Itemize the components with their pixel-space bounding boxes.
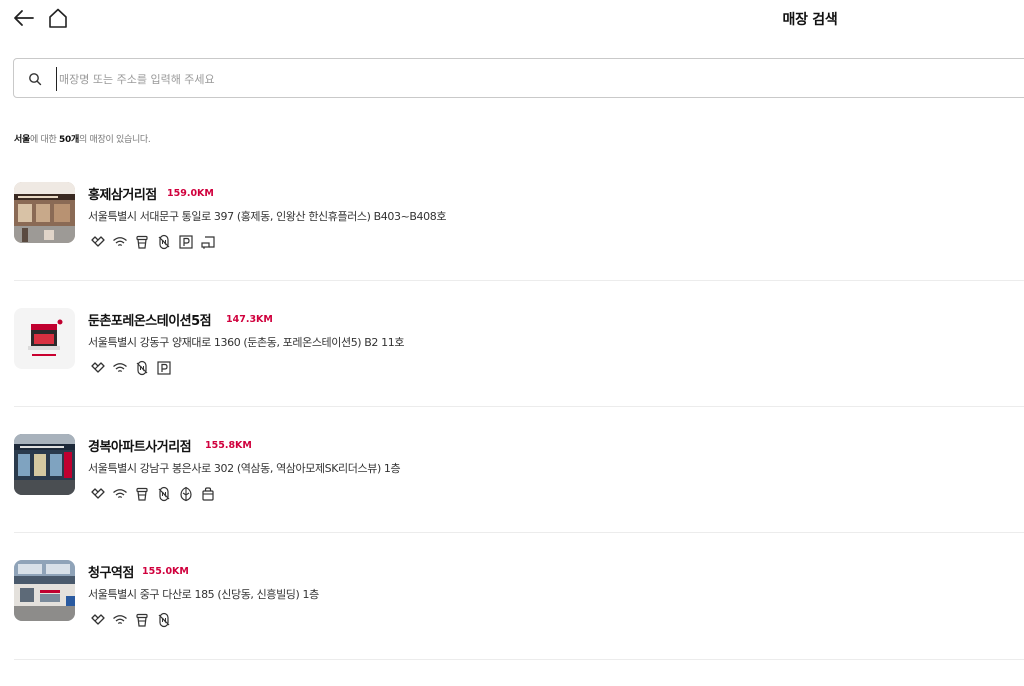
cup-icon xyxy=(134,486,150,502)
store-item[interactable]: 홍제삼거리점 159.0KM 서울특별시 서대문구 통일로 397 (홍제동, … xyxy=(0,182,1024,308)
wifi-icon xyxy=(112,486,128,502)
store-thumbnail xyxy=(14,560,75,621)
header: 매장 검색 xyxy=(0,0,1024,40)
store-name: 홍제삼거리점 xyxy=(88,188,157,203)
store-name: 경복아파트사거리점 xyxy=(88,440,192,455)
wifi-icon xyxy=(112,360,128,376)
store-item[interactable]: 경복아파트사거리점 155.8KM 서울특별시 강남구 봉은사로 302 (역삼… xyxy=(0,434,1024,560)
store-thumbnail xyxy=(14,308,75,369)
store-item[interactable]: 둔촌포레온스테이션5점 147.3KM 서울특별시 강동구 양재대로 1360 … xyxy=(0,308,1024,434)
store-item[interactable]: 청구역점 155.0KM 서울특별시 중구 다산로 185 (신당동, 신흥빌딩… xyxy=(0,560,1024,686)
delivery-icon xyxy=(90,234,106,250)
wifi-icon xyxy=(112,612,128,628)
drive-icon xyxy=(200,234,216,250)
store-address: 서울특별시 강남구 봉은사로 302 (역삼동, 역삼아모제SK리더스뷰) 1층 xyxy=(88,462,401,475)
search-icon xyxy=(29,73,42,86)
store-distance: 155.8KM xyxy=(205,440,252,451)
store-name: 청구역점 xyxy=(88,566,134,581)
search-input[interactable] xyxy=(56,67,661,91)
cup-icon xyxy=(134,234,150,250)
store-address: 서울특별시 서대문구 통일로 397 (홍제동, 인왕산 한신휴플러스) B40… xyxy=(88,210,447,223)
divider xyxy=(14,532,1024,533)
result-region: 서울 xyxy=(14,135,30,145)
store-distance: 155.0KM xyxy=(142,566,189,577)
parking-icon xyxy=(178,234,194,250)
no-straw-icon xyxy=(156,486,172,502)
search-box[interactable] xyxy=(13,58,1024,98)
parking-icon xyxy=(156,360,172,376)
no-straw-icon xyxy=(134,360,150,376)
store-distance: 159.0KM xyxy=(167,188,214,199)
result-text-2: 의 매장이 있습니다. xyxy=(78,135,151,145)
store-thumbnail xyxy=(14,182,75,243)
delivery-icon xyxy=(90,360,106,376)
back-arrow-icon[interactable] xyxy=(12,7,36,29)
store-address: 서울특별시 중구 다산로 185 (신당동, 신흥빌딩) 1층 xyxy=(88,588,319,601)
no-straw-icon xyxy=(156,234,172,250)
page-title: 매장 검색 xyxy=(782,12,838,28)
store-name: 둔촌포레온스테이션5점 xyxy=(88,314,212,329)
no-straw-icon xyxy=(156,612,172,628)
cup-icon xyxy=(134,612,150,628)
divider xyxy=(14,659,1024,660)
home-icon[interactable] xyxy=(46,6,70,30)
delivery-icon xyxy=(90,612,106,628)
result-count: 50개 xyxy=(59,135,79,145)
bag-icon xyxy=(200,486,216,502)
wifi-icon xyxy=(112,234,128,250)
store-thumbnail xyxy=(14,434,75,495)
store-address: 서울특별시 강동구 양재대로 1360 (둔촌동, 포레온스테이션5) B2 1… xyxy=(88,336,405,349)
divider xyxy=(14,406,1024,407)
delivery-icon xyxy=(90,486,106,502)
divider xyxy=(14,280,1024,281)
result-summary: 서울에 대한 50개의 매장이 있습니다. xyxy=(14,132,151,145)
store-distance: 147.3KM xyxy=(226,314,273,325)
result-text-1: 에 대한 xyxy=(29,135,60,145)
bean-icon xyxy=(178,486,194,502)
